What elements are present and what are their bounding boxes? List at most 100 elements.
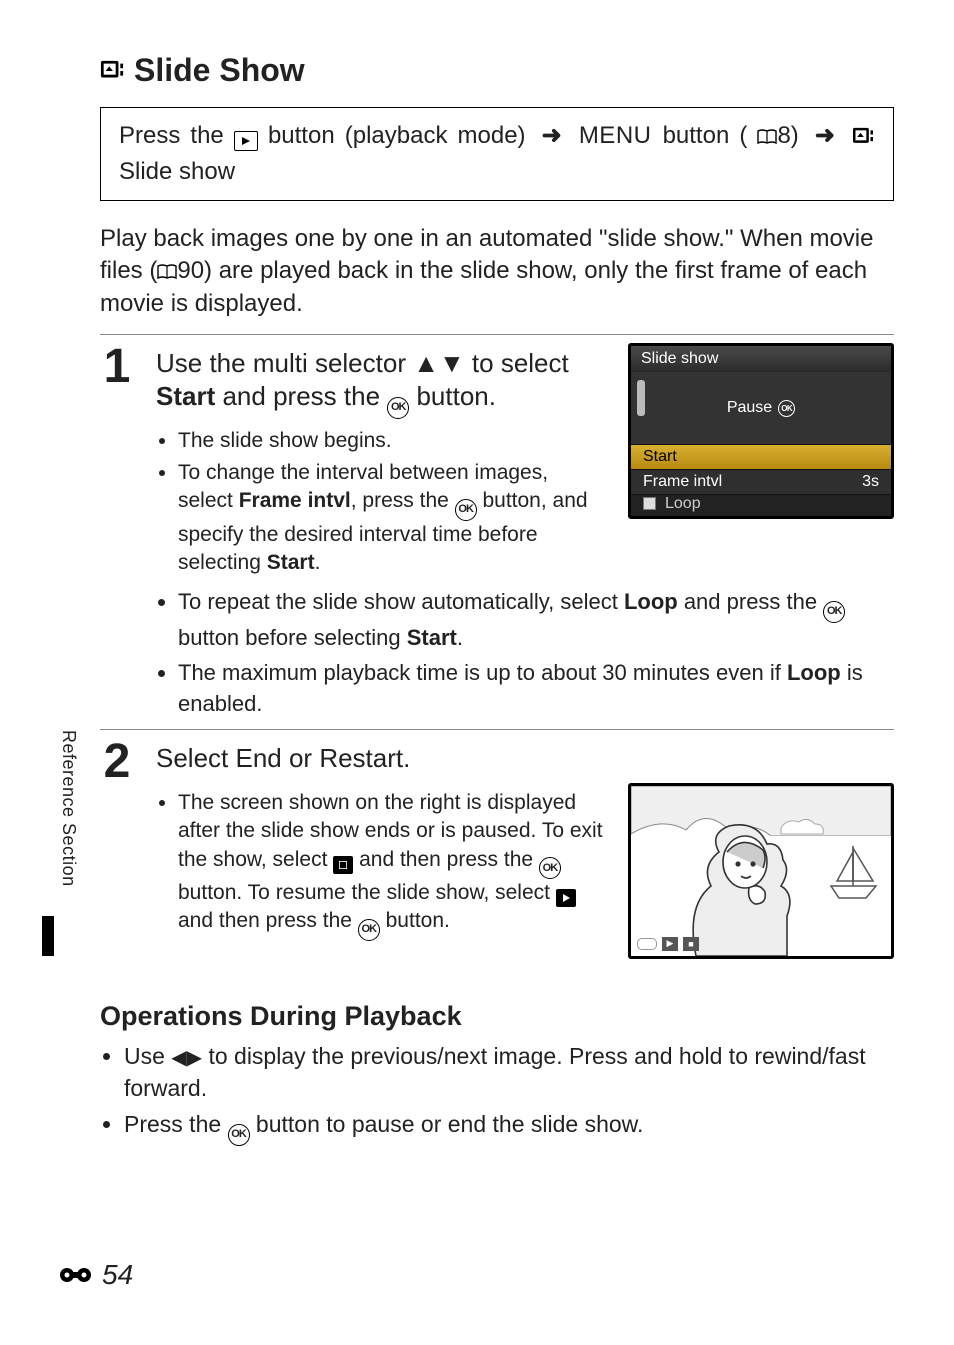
intro-text: ) are played back in the slide show, onl… bbox=[100, 257, 867, 316]
step-2-bullets: The screen shown on the right is display… bbox=[156, 789, 608, 941]
ok-button-icon: OK bbox=[228, 1124, 250, 1146]
step-1-title: Use the multi selector ▲▼ to select Star… bbox=[156, 347, 608, 418]
bullet-text: button. bbox=[380, 909, 450, 932]
scroll-indicator-icon bbox=[637, 380, 645, 416]
intro-paragraph: Play back images one by one in an automa… bbox=[100, 223, 894, 320]
menu-pause-area: Pause OK bbox=[631, 372, 891, 444]
bullet-text: . bbox=[315, 551, 321, 574]
bullet-text: . bbox=[457, 625, 463, 650]
bullet-text-bold: Frame intvl bbox=[239, 489, 351, 512]
page-reference-icon bbox=[157, 264, 177, 280]
step-text: button. bbox=[409, 381, 496, 411]
bullet-text-bold: Start bbox=[407, 625, 457, 650]
page-number-value: 54 bbox=[102, 1259, 133, 1291]
separator bbox=[100, 334, 894, 335]
page-title-text: Slide Show bbox=[134, 52, 305, 89]
bullet-text: and then press the bbox=[353, 848, 539, 871]
bullet-text: button before selecting bbox=[178, 625, 407, 650]
bullet-text: , press the bbox=[351, 489, 455, 512]
step-1-bullets: The slide show begins. To change the int… bbox=[156, 427, 608, 578]
bullet: The maximum playback time is up to about… bbox=[178, 658, 894, 720]
strip-stop-icon: ■ bbox=[683, 937, 699, 951]
strip-pill-icon bbox=[637, 938, 657, 950]
bullet: The screen shown on the right is display… bbox=[178, 789, 608, 941]
menu-row-start: Start bbox=[631, 444, 891, 469]
bullet-text: Press the bbox=[124, 1111, 228, 1137]
step-text: and press the bbox=[215, 381, 387, 411]
step-text: Use the multi selector bbox=[156, 348, 413, 378]
step-1-bullets-wide: To repeat the slide show automatically, … bbox=[156, 587, 894, 719]
illustration-control-strip: ▶ ■ bbox=[637, 937, 699, 951]
ok-button-icon: OK bbox=[539, 857, 561, 879]
checkbox-icon bbox=[643, 497, 656, 510]
bullet-text: and press the bbox=[678, 589, 824, 614]
bullet-text: The maximum playback time is up to about… bbox=[178, 660, 787, 685]
bullet-text: and then press the bbox=[178, 909, 358, 932]
menu-pause-label: Pause bbox=[727, 399, 772, 417]
strip-play-icon: ▶ bbox=[662, 937, 678, 951]
nav-text: button (playback mode) bbox=[268, 122, 526, 149]
navigation-path-box: Press the button (playback mode) ➜ MENU … bbox=[100, 107, 894, 201]
bullet-text: Use bbox=[124, 1043, 171, 1069]
page-reference-icon bbox=[757, 129, 777, 145]
menu-row-label: Loop bbox=[665, 495, 701, 513]
nav-page-ref: 8 bbox=[777, 122, 790, 149]
ok-button-icon: OK bbox=[778, 400, 795, 417]
bullet: Press the OK button to pause or end the … bbox=[124, 1108, 894, 1146]
bullet-text: To repeat the slide show automatically, … bbox=[178, 589, 624, 614]
menu-row-loop: Loop bbox=[631, 494, 891, 516]
separator bbox=[100, 729, 894, 730]
end-restart-illustration: ▶ ■ bbox=[628, 783, 894, 959]
menu-row-label: Start bbox=[643, 448, 677, 466]
intro-page-ref: 90 bbox=[177, 257, 204, 284]
menu-title: Slide show bbox=[631, 346, 891, 372]
menu-row-label: Frame intvl bbox=[643, 473, 722, 491]
stop-square-icon bbox=[333, 856, 353, 874]
bullet: The slide show begins. bbox=[178, 427, 608, 455]
arrow-right-icon: ➜ bbox=[815, 122, 835, 149]
bullet-text: button. To resume the slide show, select bbox=[178, 881, 556, 904]
slideshow-menu-screenshot: Slide show Pause OK Start Frame intvl 3s bbox=[628, 343, 894, 519]
bullet: To repeat the slide show automatically, … bbox=[178, 587, 894, 654]
up-down-arrows-icon: ▲▼ bbox=[413, 348, 464, 378]
nav-text: ) bbox=[791, 122, 809, 149]
operations-bullets: Use ◀▶ to display the previous/next imag… bbox=[100, 1040, 894, 1146]
bullet-text-bold: Loop bbox=[787, 660, 841, 685]
menu-row-frame-intvl: Frame intvl 3s bbox=[631, 469, 891, 494]
step-2-title: Select End or Restart. bbox=[156, 742, 894, 775]
bullet-text: to display the previous/next image. Pres… bbox=[124, 1043, 866, 1101]
step-2: 2 Select End or Restart. The screen show… bbox=[100, 738, 894, 959]
reference-link-icon bbox=[58, 1264, 98, 1286]
ok-button-icon: OK bbox=[823, 601, 845, 623]
bullet-text: button to pause or end the slide show. bbox=[250, 1111, 644, 1137]
bullet: Use ◀▶ to display the previous/next imag… bbox=[124, 1040, 894, 1104]
play-square-icon bbox=[556, 889, 576, 907]
nav-text: button ( bbox=[663, 122, 748, 149]
ok-button-icon: OK bbox=[387, 397, 409, 419]
menu-row-value: 3s bbox=[862, 473, 879, 491]
page-title: Slide Show bbox=[100, 52, 894, 89]
step-1: 1 Use the multi selector ▲▼ to select St… bbox=[100, 343, 894, 723]
side-tab-label: Reference Section bbox=[58, 730, 79, 887]
slideshow-menu-icon bbox=[100, 60, 124, 82]
playback-button-icon bbox=[234, 131, 258, 151]
bullet-text-bold: Loop bbox=[624, 589, 678, 614]
ok-button-icon: OK bbox=[455, 499, 477, 521]
nav-text: Press the bbox=[119, 122, 234, 149]
step-number: 1 bbox=[100, 343, 134, 391]
left-right-arrows-icon: ◀▶ bbox=[171, 1047, 202, 1069]
step-text: to select bbox=[465, 348, 569, 378]
step-text-bold: Start bbox=[156, 381, 215, 411]
operations-heading: Operations During Playback bbox=[100, 1001, 894, 1032]
slideshow-menu-icon bbox=[851, 126, 875, 148]
manual-page: Reference Section 54 bbox=[0, 0, 954, 1345]
side-tab-marker bbox=[42, 916, 54, 956]
bullet-text-bold: Start bbox=[267, 551, 315, 574]
nav-text: Slide show bbox=[119, 158, 235, 185]
page-number: 54 bbox=[58, 1259, 133, 1291]
bullet: To change the interval between images, s… bbox=[178, 459, 608, 577]
menu-button-label: MENU bbox=[578, 122, 653, 149]
ok-button-icon: OK bbox=[358, 919, 380, 941]
arrow-right-icon: ➜ bbox=[542, 122, 562, 149]
step-number: 2 bbox=[100, 738, 134, 786]
